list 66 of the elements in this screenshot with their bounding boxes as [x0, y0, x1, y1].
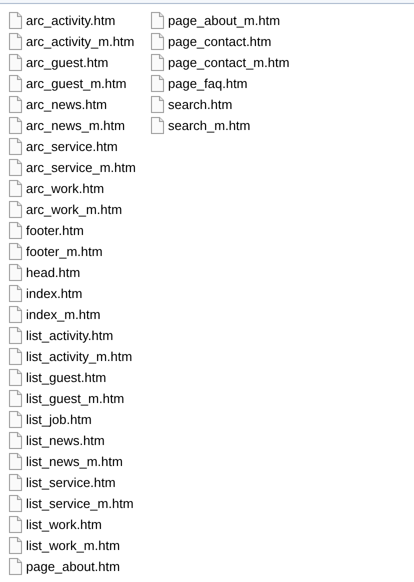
file-icon — [9, 264, 22, 281]
file-name[interactable]: list_activity_m.htm — [26, 350, 132, 363]
file-name[interactable]: arc_service.htm — [26, 140, 118, 153]
file-name[interactable]: arc_activity.htm — [26, 14, 116, 27]
file-icon — [9, 117, 22, 134]
file-icon — [9, 558, 22, 575]
file-icon — [9, 495, 22, 512]
file-icon — [9, 453, 22, 470]
file-icon — [9, 516, 22, 533]
file-name[interactable]: footer.htm — [26, 224, 84, 237]
file-icon — [9, 390, 22, 407]
file-name[interactable]: head.htm — [26, 266, 80, 279]
file-name[interactable]: list_service_m.htm — [26, 497, 134, 510]
file-icon — [9, 54, 22, 71]
file-icon — [9, 96, 22, 113]
file-name[interactable]: arc_work_m.htm — [26, 203, 122, 216]
file-icon — [9, 33, 22, 50]
file-icon — [151, 33, 164, 50]
file-icon — [9, 432, 22, 449]
file-name[interactable]: arc_work.htm — [26, 182, 104, 195]
file-icon — [9, 243, 22, 260]
file-name[interactable]: search.htm — [168, 98, 232, 111]
file-name[interactable]: index.htm — [26, 287, 82, 300]
file-name[interactable]: page_contact.htm — [168, 35, 272, 48]
file-name[interactable]: page_about.htm — [26, 560, 120, 573]
file-icon — [9, 348, 22, 365]
file-name[interactable]: arc_news.htm — [26, 98, 107, 111]
file-icon — [151, 75, 164, 92]
file-icon — [9, 222, 22, 239]
file-name[interactable]: page_about_m.htm — [168, 14, 280, 27]
file-name[interactable]: page_contact_m.htm — [168, 56, 290, 69]
file-name[interactable]: search_m.htm — [168, 119, 250, 132]
file-name[interactable]: list_activity.htm — [26, 329, 114, 342]
file-icon — [9, 327, 22, 344]
file-icon — [9, 75, 22, 92]
file-name[interactable]: arc_guest.htm — [26, 56, 108, 69]
file-name[interactable]: page_faq.htm — [168, 77, 248, 90]
file-icon — [151, 117, 164, 134]
file-icon — [9, 180, 22, 197]
file-name[interactable]: arc_news_m.htm — [26, 119, 125, 132]
file-name[interactable]: arc_guest_m.htm — [26, 77, 126, 90]
file-icon — [151, 12, 164, 29]
file-icon — [9, 369, 22, 386]
file-name[interactable]: list_news.htm — [26, 434, 105, 447]
file-icon — [9, 411, 22, 428]
file-icon — [9, 159, 22, 176]
file-name[interactable]: arc_activity_m.htm — [26, 35, 134, 48]
file-icon — [9, 306, 22, 323]
file-name[interactable]: list_news_m.htm — [26, 455, 123, 468]
file-name[interactable]: footer_m.htm — [26, 245, 103, 258]
file-icon — [9, 12, 22, 29]
file-icon — [9, 138, 22, 155]
file-name[interactable]: list_work_m.htm — [26, 539, 120, 552]
file-name[interactable]: arc_service_m.htm — [26, 161, 136, 174]
file-icon — [9, 201, 22, 218]
file-name[interactable]: list_guest.htm — [26, 371, 106, 384]
file-name[interactable]: list_job.htm — [26, 413, 92, 426]
file-name[interactable]: list_work.htm — [26, 518, 102, 531]
file-icon — [151, 96, 164, 113]
file-name[interactable]: list_guest_m.htm — [26, 392, 124, 405]
file-name[interactable]: list_service.htm — [26, 476, 116, 489]
file-name[interactable]: index_m.htm — [26, 308, 100, 321]
file-icon — [9, 537, 22, 554]
file-icon — [9, 474, 22, 491]
file-icon — [151, 54, 164, 71]
file-icon — [9, 285, 22, 302]
